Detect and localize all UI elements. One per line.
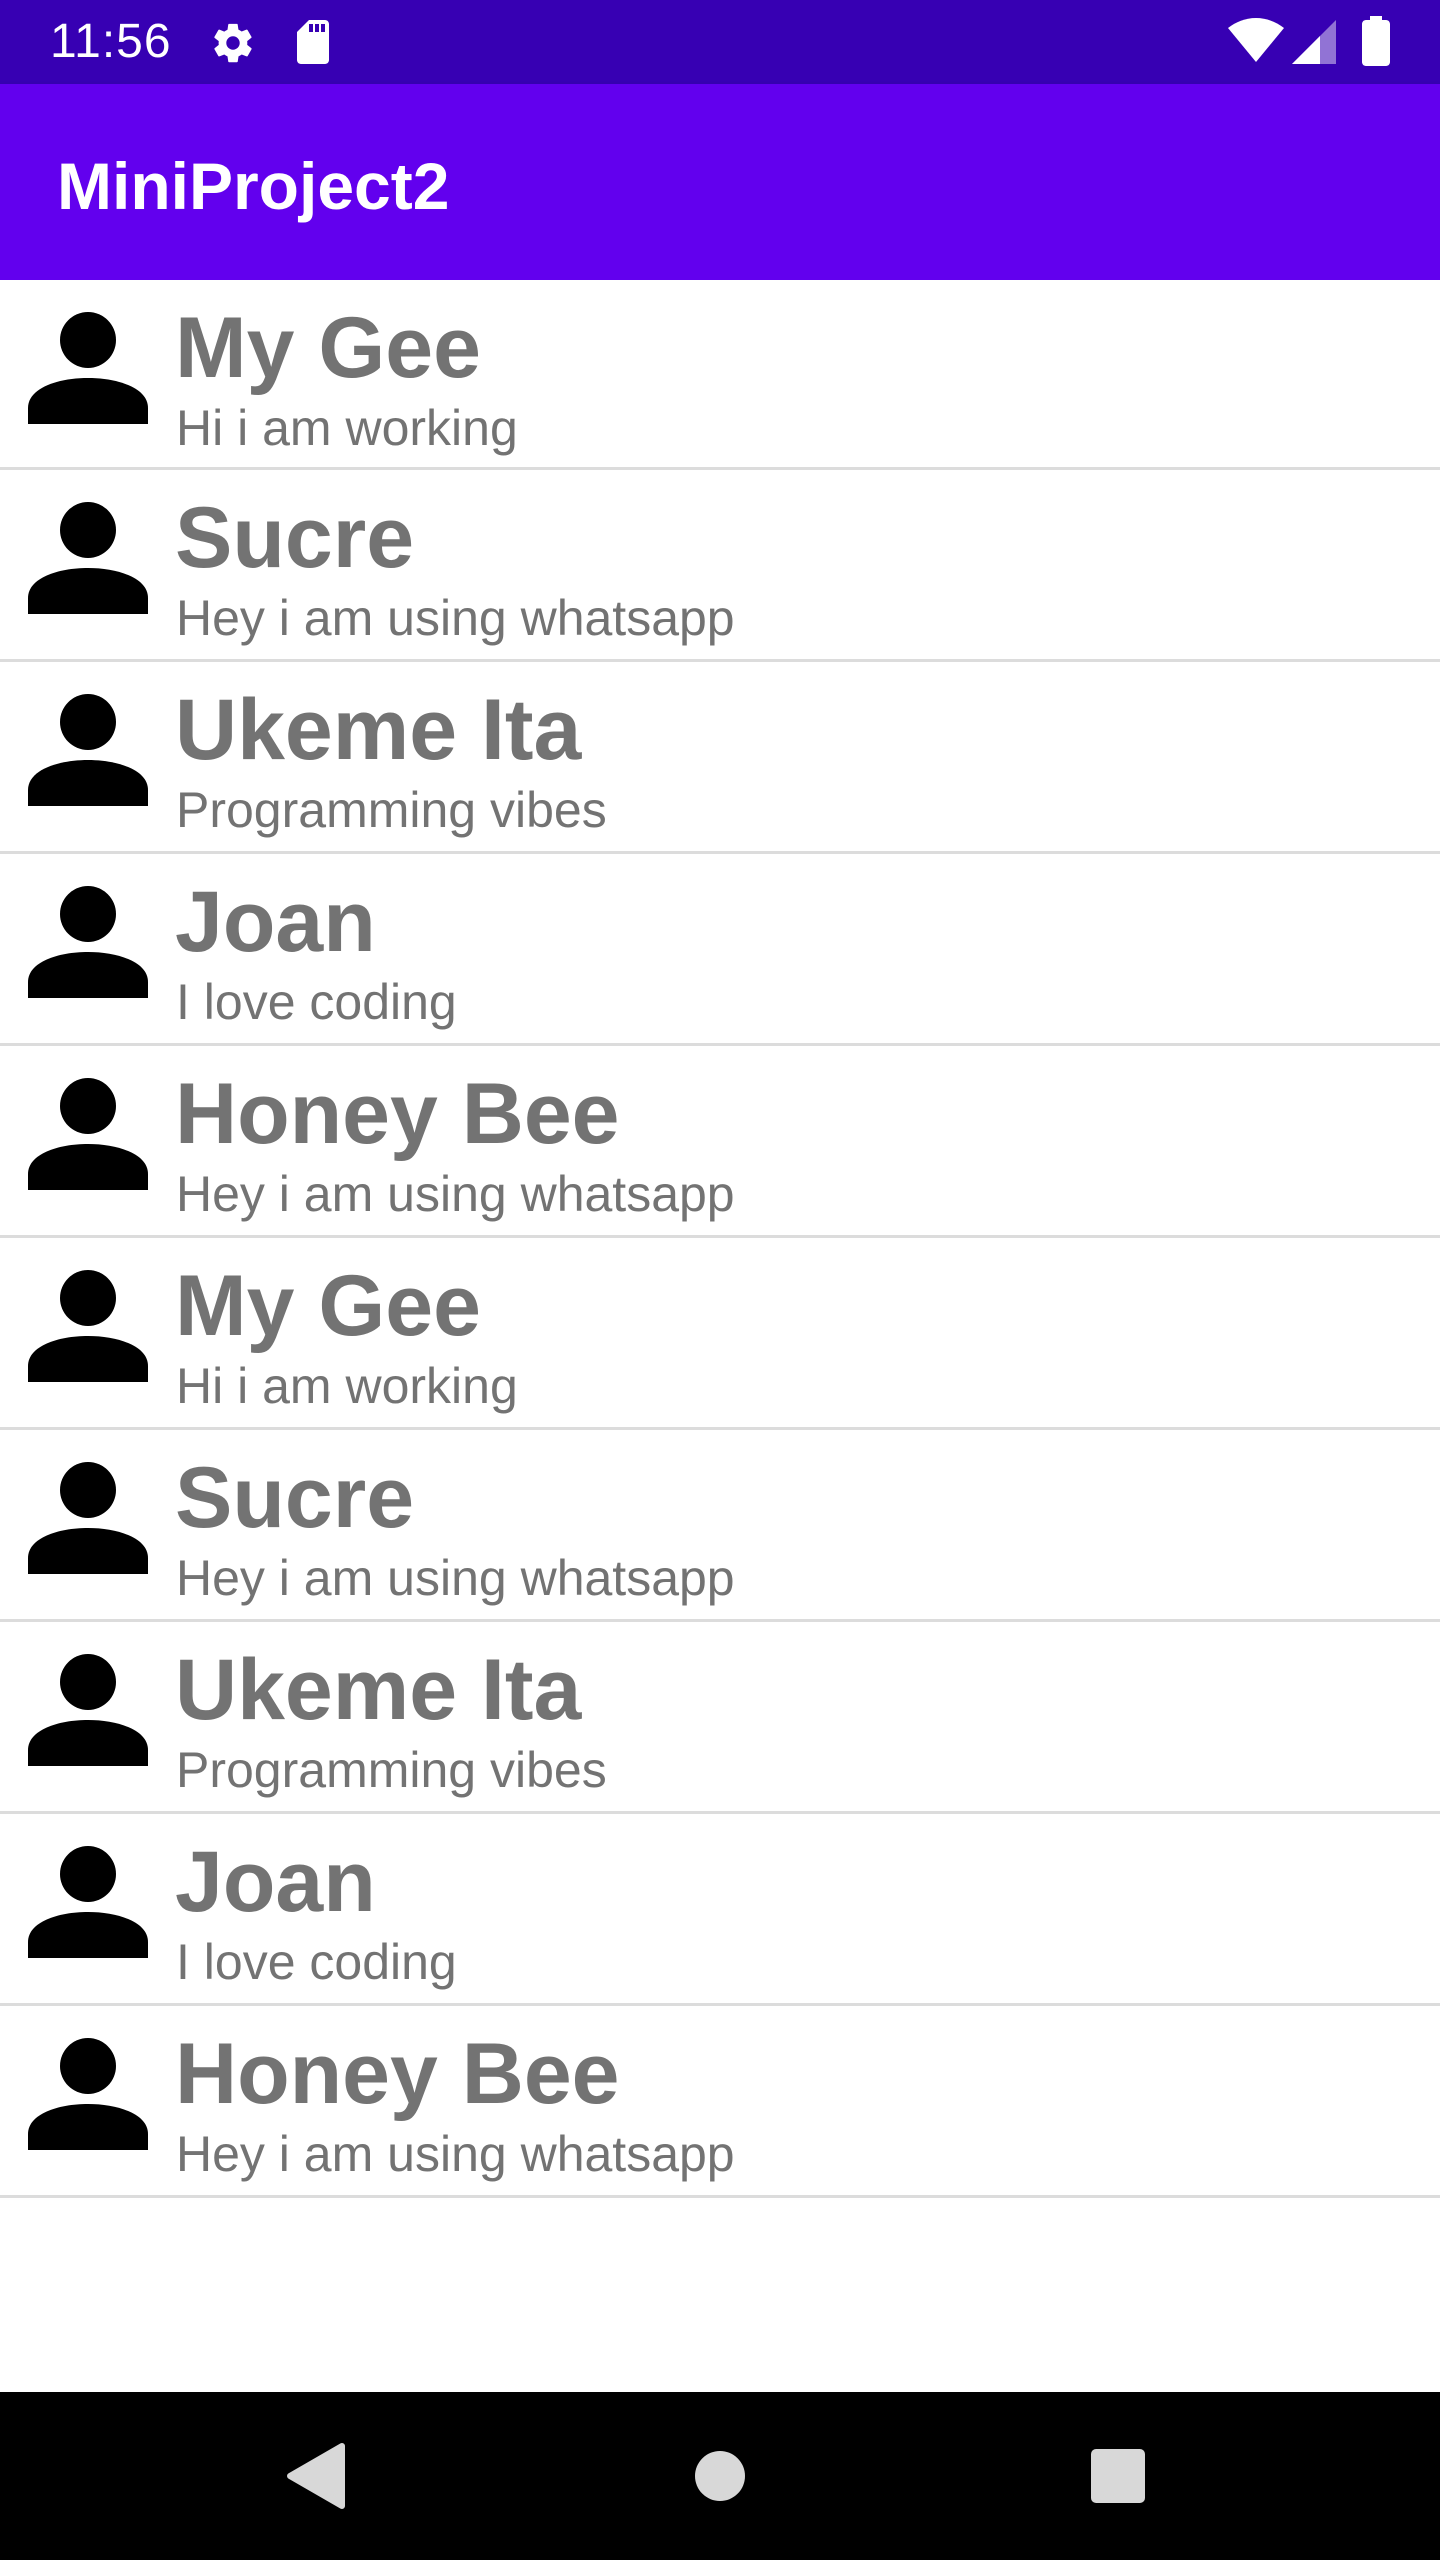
contact-status: Hi i am working xyxy=(176,1358,518,1414)
status-time: 11:56 xyxy=(50,15,172,68)
contact-name: Sucre xyxy=(175,490,415,586)
contact-status: I love coding xyxy=(176,1934,457,1990)
contact-status: Hey i am using whatsapp xyxy=(176,1166,735,1222)
contact-row[interactable]: Sucre Hey i am using whatsapp xyxy=(0,1430,1440,1622)
home-button[interactable] xyxy=(620,2392,820,2560)
contact-list[interactable]: My Gee Hi i am working Sucre Hey i am using… xyxy=(0,280,1440,2198)
contact-name: Sucre xyxy=(175,1450,415,1546)
navigation-bar xyxy=(0,2392,1440,2560)
contact-name: Joan xyxy=(175,1834,376,1930)
wifi-icon xyxy=(1228,18,1284,64)
app-bar: MiniProject2 xyxy=(0,84,1440,280)
contact-status: Hey i am using whatsapp xyxy=(176,2126,735,2182)
person-icon xyxy=(28,686,148,806)
contact-row[interactable]: Joan I love coding xyxy=(0,1814,1440,2006)
back-triangle-icon xyxy=(287,2443,345,2509)
contact-status: I love coding xyxy=(176,974,457,1030)
contact-row[interactable]: Ukeme Ita Programming vibes xyxy=(0,1622,1440,1814)
recents-button[interactable] xyxy=(1018,2392,1218,2560)
gear-icon xyxy=(210,20,256,66)
screen: 11:56 MiniProject2 My Gee Hi i am working… xyxy=(0,0,1440,2560)
person-icon xyxy=(28,494,148,614)
person-icon xyxy=(28,1646,148,1766)
contact-row[interactable]: Sucre Hey i am using whatsapp xyxy=(0,470,1440,662)
sd-card-icon xyxy=(292,18,334,66)
contact-row[interactable]: Honey Bee Hey i am using whatsapp xyxy=(0,2006,1440,2198)
contact-status: Hey i am using whatsapp xyxy=(176,590,735,646)
recents-square-icon xyxy=(1091,2449,1145,2503)
contact-row[interactable]: My Gee Hi i am working xyxy=(0,280,1440,470)
signal-icon xyxy=(1292,20,1336,64)
back-button[interactable] xyxy=(218,2392,418,2560)
contact-name: Joan xyxy=(175,874,376,970)
contact-status: Programming vibes xyxy=(176,1742,607,1798)
contact-name: Ukeme Ita xyxy=(175,1642,582,1738)
person-icon xyxy=(28,1262,148,1382)
status-bar: 11:56 xyxy=(0,0,1440,84)
contact-row[interactable]: Ukeme Ita Programming vibes xyxy=(0,662,1440,854)
contact-row[interactable]: My Gee Hi i am working xyxy=(0,1238,1440,1430)
contact-status: Hey i am using whatsapp xyxy=(176,1550,735,1606)
contact-status: Hi i am working xyxy=(176,400,518,456)
contact-status: Programming vibes xyxy=(176,782,607,838)
contact-name: My Gee xyxy=(175,300,481,396)
contact-row[interactable]: Honey Bee Hey i am using whatsapp xyxy=(0,1046,1440,1238)
person-icon xyxy=(28,1454,148,1574)
person-icon xyxy=(28,1070,148,1190)
person-icon xyxy=(28,1838,148,1958)
contact-name: Honey Bee xyxy=(175,2026,620,2122)
person-icon xyxy=(28,2030,148,2150)
battery-icon xyxy=(1362,16,1390,66)
person-icon xyxy=(28,304,148,424)
home-circle-icon xyxy=(695,2451,745,2501)
app-title: MiniProject2 xyxy=(57,149,450,223)
person-icon xyxy=(28,878,148,998)
contact-name: Ukeme Ita xyxy=(175,682,582,778)
contact-name: Honey Bee xyxy=(175,1066,620,1162)
contact-row[interactable]: Joan I love coding xyxy=(0,854,1440,1046)
contact-name: My Gee xyxy=(175,1258,481,1354)
